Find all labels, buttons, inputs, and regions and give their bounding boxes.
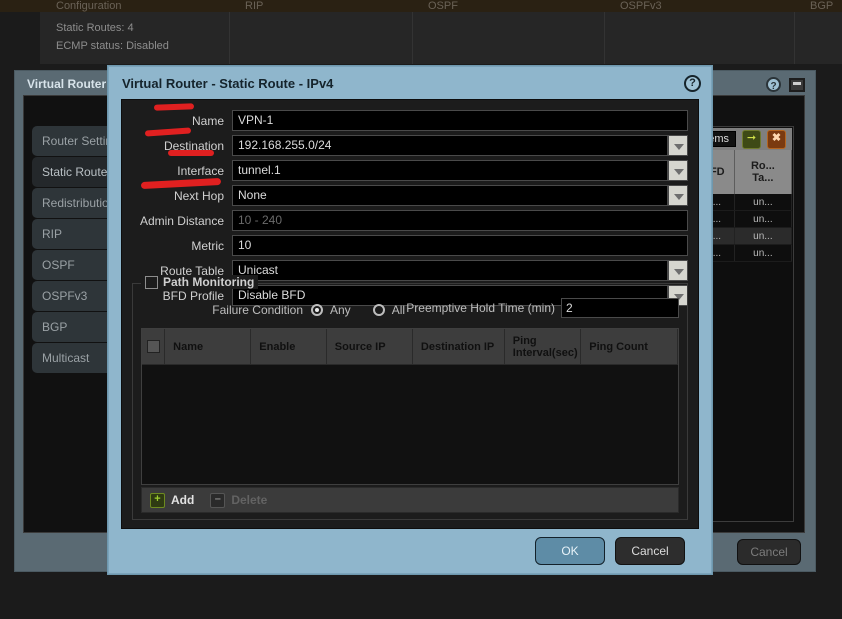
help-circle-icon[interactable]: ? bbox=[684, 75, 701, 92]
input-metric[interactable]: 10 bbox=[232, 235, 688, 256]
path-monitoring-title: Path Monitoring bbox=[163, 275, 255, 289]
background-cell: un... bbox=[735, 245, 792, 261]
cancel-button[interactable]: Cancel bbox=[615, 537, 685, 565]
background-stat-0: Static Routes: 4 bbox=[56, 22, 134, 34]
modal-title: Virtual Router - Static Route - IPv4 bbox=[122, 76, 334, 91]
path-monitoring-checkbox[interactable] bbox=[145, 275, 158, 289]
failure-condition-all-label: All bbox=[391, 303, 406, 317]
failure-condition-any-radio[interactable] bbox=[311, 304, 323, 316]
background-cell: un... bbox=[735, 211, 792, 227]
input-name[interactable]: VPN-1 bbox=[232, 110, 688, 131]
control-interface: tunnel.1 bbox=[232, 160, 688, 181]
select-interface[interactable]: tunnel.1 bbox=[232, 160, 668, 181]
background-divider bbox=[604, 12, 605, 64]
background-cell: un... bbox=[735, 194, 792, 210]
background-column-2: OSPF bbox=[428, 0, 458, 12]
background-column-3: OSPFv3 bbox=[620, 0, 662, 12]
input-admin-distance[interactable]: 10 - 240 bbox=[232, 210, 688, 231]
control-metric: 10 bbox=[232, 235, 688, 256]
annotation-mark-2 bbox=[168, 150, 214, 156]
background-column-1: RIP bbox=[245, 0, 264, 12]
chevron-down-icon[interactable] bbox=[668, 185, 688, 206]
background-cell: un... bbox=[735, 228, 792, 244]
control-destination: 192.168.255.0/24 bbox=[232, 135, 688, 156]
control-route-table: Unicast bbox=[232, 260, 688, 281]
label-interface: Interface bbox=[177, 163, 224, 178]
chevron-down-icon[interactable] bbox=[668, 260, 688, 281]
failure-condition-all-radio[interactable] bbox=[372, 304, 385, 316]
background-divider bbox=[794, 12, 795, 64]
background-column-4: BGP bbox=[810, 0, 834, 12]
modal-footer: OK Cancel bbox=[109, 529, 711, 573]
background-divider bbox=[412, 12, 413, 64]
plus-icon[interactable]: + bbox=[150, 492, 165, 508]
select-all-checkbox[interactable] bbox=[142, 329, 166, 364]
background-cancel-button[interactable]: Cancel bbox=[737, 539, 801, 565]
label-name: Name bbox=[191, 113, 224, 128]
restore-window-icon[interactable] bbox=[789, 77, 805, 92]
select-route-table[interactable]: Unicast bbox=[232, 260, 668, 281]
select-destination[interactable]: 192.168.255.0/24 bbox=[232, 135, 668, 156]
pm-column-enable[interactable]: Enable bbox=[251, 329, 327, 364]
preemptive-hold-time-label: Preemptive Hold Time (min) bbox=[406, 301, 555, 315]
control-next-hop: None bbox=[232, 185, 688, 206]
pm-column-name[interactable]: Name bbox=[165, 329, 252, 364]
ok-button[interactable]: OK bbox=[535, 537, 605, 565]
pm-column-ping-count[interactable]: Ping Count bbox=[581, 329, 678, 364]
path-monitoring-grid: Name Enable Source IP Destination IP Ping Int… bbox=[141, 328, 679, 485]
pm-column-ping-interval-sec-[interactable]: Ping Interval(sec) bbox=[505, 329, 582, 364]
select-next-hop[interactable]: None bbox=[232, 185, 668, 206]
background-divider bbox=[229, 12, 230, 64]
delete-button: Delete bbox=[231, 493, 268, 507]
pm-column-destination-ip[interactable]: Destination IP bbox=[413, 329, 505, 364]
label-admin-distance: Admin Distance bbox=[139, 213, 224, 228]
path-monitoring-legend: Path Monitoring bbox=[141, 275, 259, 289]
path-monitoring-grid-header: Name Enable Source IP Destination IP Ping Int… bbox=[142, 329, 678, 365]
arrow-right-icon[interactable]: ➞ bbox=[742, 129, 761, 149]
failure-condition-any-label: Any bbox=[330, 303, 351, 317]
background-summary-panel bbox=[40, 12, 842, 64]
chevron-down-icon[interactable] bbox=[668, 135, 688, 156]
chevron-down-icon[interactable] bbox=[668, 160, 688, 181]
preemptive-hold-time-row: Preemptive Hold Time (min) bbox=[406, 298, 679, 318]
path-monitoring-actions: + Add – Delete bbox=[141, 487, 679, 513]
control-name: VPN-1 bbox=[232, 110, 688, 131]
close-x-icon[interactable]: ✖ bbox=[767, 129, 786, 149]
preemptive-hold-time-input[interactable] bbox=[561, 298, 679, 318]
field-row-metric: Metric 10 bbox=[122, 235, 698, 256]
static-route-modal: Virtual Router - Static Route - IPv4 ? N… bbox=[108, 66, 712, 574]
background-column-0: Configuration bbox=[56, 0, 122, 12]
field-row-next-hop: Next Hop None bbox=[122, 185, 698, 206]
label-next-hop: Next Hop bbox=[173, 188, 224, 203]
background-col-1[interactable]: Ro... Ta... bbox=[735, 150, 792, 194]
label-metric: Metric bbox=[191, 238, 224, 253]
field-row-admin-distance: Admin Distance 10 - 240 bbox=[122, 210, 698, 231]
failure-condition-label: Failure Condition bbox=[212, 303, 303, 317]
background-stat-1: ECMP status: Disabled bbox=[56, 40, 169, 52]
field-row-name: Name VPN-1 bbox=[122, 110, 698, 131]
help-circle-icon[interactable]: ? bbox=[766, 77, 781, 92]
pm-column-source-ip[interactable]: Source IP bbox=[327, 329, 413, 364]
path-monitoring-group: Path Monitoring Failure Condition Any Al… bbox=[132, 275, 688, 520]
add-button[interactable]: Add bbox=[171, 493, 194, 507]
background-dialog-titlebar-icons: ? bbox=[766, 77, 805, 92]
control-admin-distance: 10 - 240 bbox=[232, 210, 688, 231]
modal-body: Name VPN-1 Destination 192.168.255.0/24 Inte… bbox=[121, 99, 699, 529]
minus-icon: – bbox=[210, 492, 226, 508]
